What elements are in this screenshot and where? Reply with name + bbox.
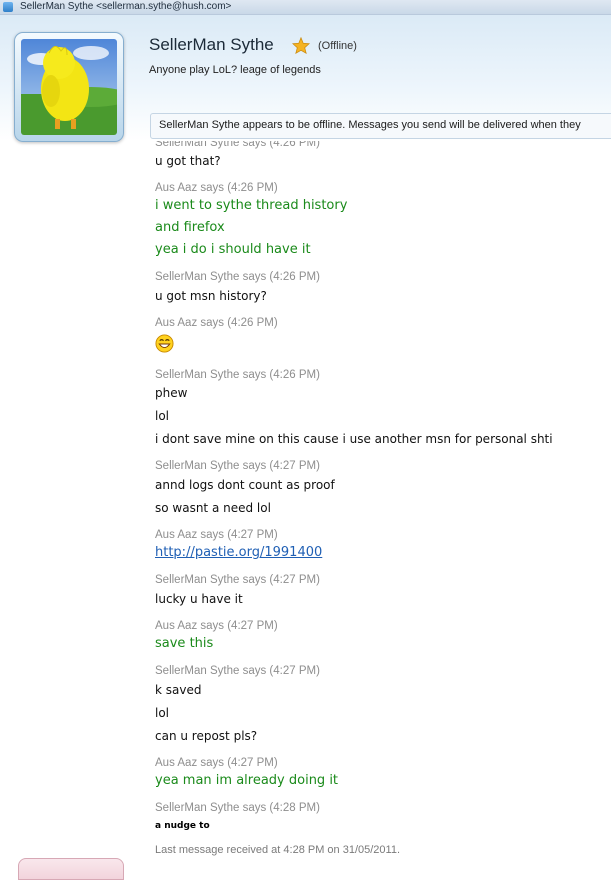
pastie-link[interactable]: http://pastie.org/1991400 [155,545,322,560]
message-line: save this [155,636,214,651]
sender-line: SellerMan Sythe says (4:28 PM) [155,802,320,814]
laughing-emoticon-icon [155,334,174,353]
message-line: lol [155,706,170,720]
contact-avatar[interactable] [14,32,124,142]
sender-line: Aus Aaz says (4:27 PM) [155,529,278,541]
sender-line: SellerMan Sythe says (4:26 PM) [155,141,320,149]
sender-line: Aus Aaz says (4:27 PM) [155,757,278,769]
offline-notice-text: SellerMan Sythe appears to be offline. M… [159,119,581,131]
last-message-info: Last message received at 4:28 PM on 31/0… [155,844,401,856]
messenger-icon [3,2,13,12]
window-title: SellerMan Sythe <sellerman.sythe@hush.co… [20,1,232,12]
message-line: lucky u have it [155,592,243,606]
message-line: annd logs dont count as proof [155,478,335,492]
message-line: and firefox [155,220,225,235]
message-line: i dont save mine on this cause i use ano… [155,432,553,446]
message-line: k saved [155,683,202,697]
duck-avatar-image [21,39,117,135]
message-line: so wasnt a need lol [155,501,271,515]
own-avatar[interactable] [18,858,124,880]
window-titlebar[interactable]: SellerMan Sythe <sellerman.sythe@hush.co… [0,0,611,15]
conversation-history[interactable]: SellerMan Sythe says (4:26 PM) u got tha… [0,141,611,866]
sender-line: SellerMan Sythe says (4:27 PM) [155,665,320,677]
message-line: phew [155,386,188,400]
sender-line: SellerMan Sythe says (4:27 PM) [155,460,320,472]
message-line: lol [155,409,170,423]
sender-line: SellerMan Sythe says (4:26 PM) [155,369,320,381]
message-line: yea man im already doing it [155,773,339,788]
sender-line: SellerMan Sythe says (4:26 PM) [155,271,320,283]
offline-notice-bar: SellerMan Sythe appears to be offline. M… [150,113,611,139]
contact-name: SellerMan Sythe [149,35,274,54]
favorite-star-icon[interactable] [292,37,310,54]
sender-line: Aus Aaz says (4:26 PM) [155,317,278,329]
contact-status: (Offline) [318,40,357,52]
message-line: u got that? [155,154,221,168]
nudge-notice: a nudge to [155,821,210,831]
message-line: yea i do i should have it [155,242,311,257]
message-line: can u repost pls? [155,729,258,743]
personal-message: Anyone play LoL? leage of legends [149,64,321,76]
sender-line: Aus Aaz says (4:27 PM) [155,620,278,632]
sender-line: SellerMan Sythe says (4:27 PM) [155,574,320,586]
message-line: u got msn history? [155,289,267,303]
message-line: i went to sythe thread history [155,198,348,213]
sender-line: Aus Aaz says (4:26 PM) [155,182,278,194]
